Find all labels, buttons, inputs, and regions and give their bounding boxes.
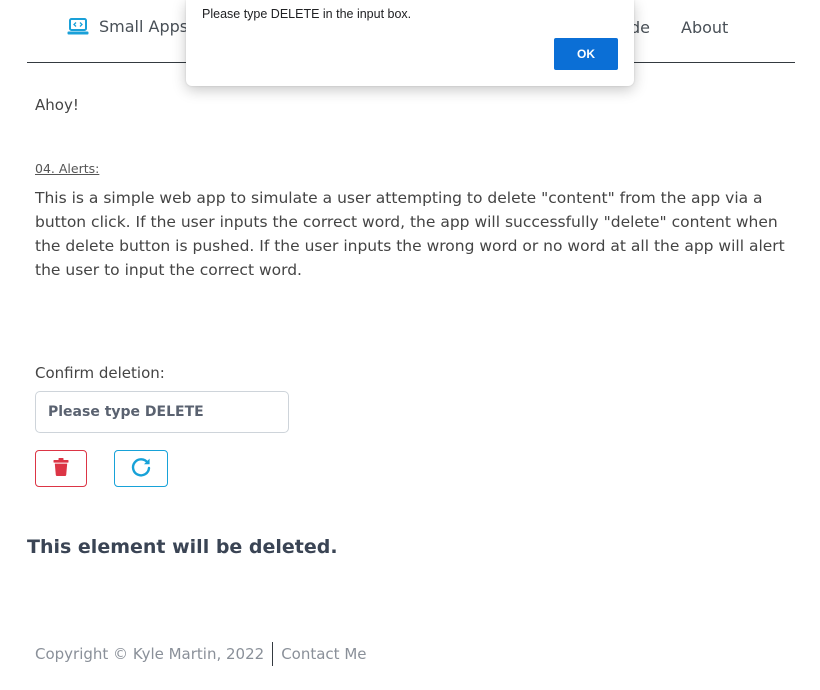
alert-dialog: Please type DELETE in the input box. OK xyxy=(186,0,634,86)
reset-button[interactable] xyxy=(114,450,168,487)
copyright-text: Copyright © Kyle Martin, 2022 xyxy=(35,645,265,663)
footer: Copyright © Kyle Martin, 2022 Contact Me xyxy=(35,642,367,666)
trash-icon xyxy=(53,457,69,480)
greeting: Ahoy! xyxy=(35,96,79,114)
nav-link-about[interactable]: About xyxy=(681,18,728,37)
section-title: 04. Alerts: xyxy=(35,161,100,176)
footer-divider xyxy=(272,642,274,666)
brand-label: Small Apps xyxy=(99,17,189,36)
alert-message: Please type DELETE in the input box. xyxy=(202,7,412,21)
contact-link[interactable]: Contact Me xyxy=(281,645,366,663)
confirm-deletion-label: Confirm deletion: xyxy=(35,364,165,382)
alert-ok-button[interactable]: OK xyxy=(554,38,618,70)
delete-button[interactable] xyxy=(35,450,87,487)
app-description: This is a simple web app to simulate a u… xyxy=(35,189,785,279)
brand-link[interactable]: Small Apps xyxy=(67,17,188,36)
laptop-code-icon xyxy=(67,17,89,36)
redo-icon xyxy=(130,456,152,482)
deletable-element: This element will be deleted. xyxy=(27,536,338,558)
confirm-deletion-input[interactable] xyxy=(35,391,289,433)
